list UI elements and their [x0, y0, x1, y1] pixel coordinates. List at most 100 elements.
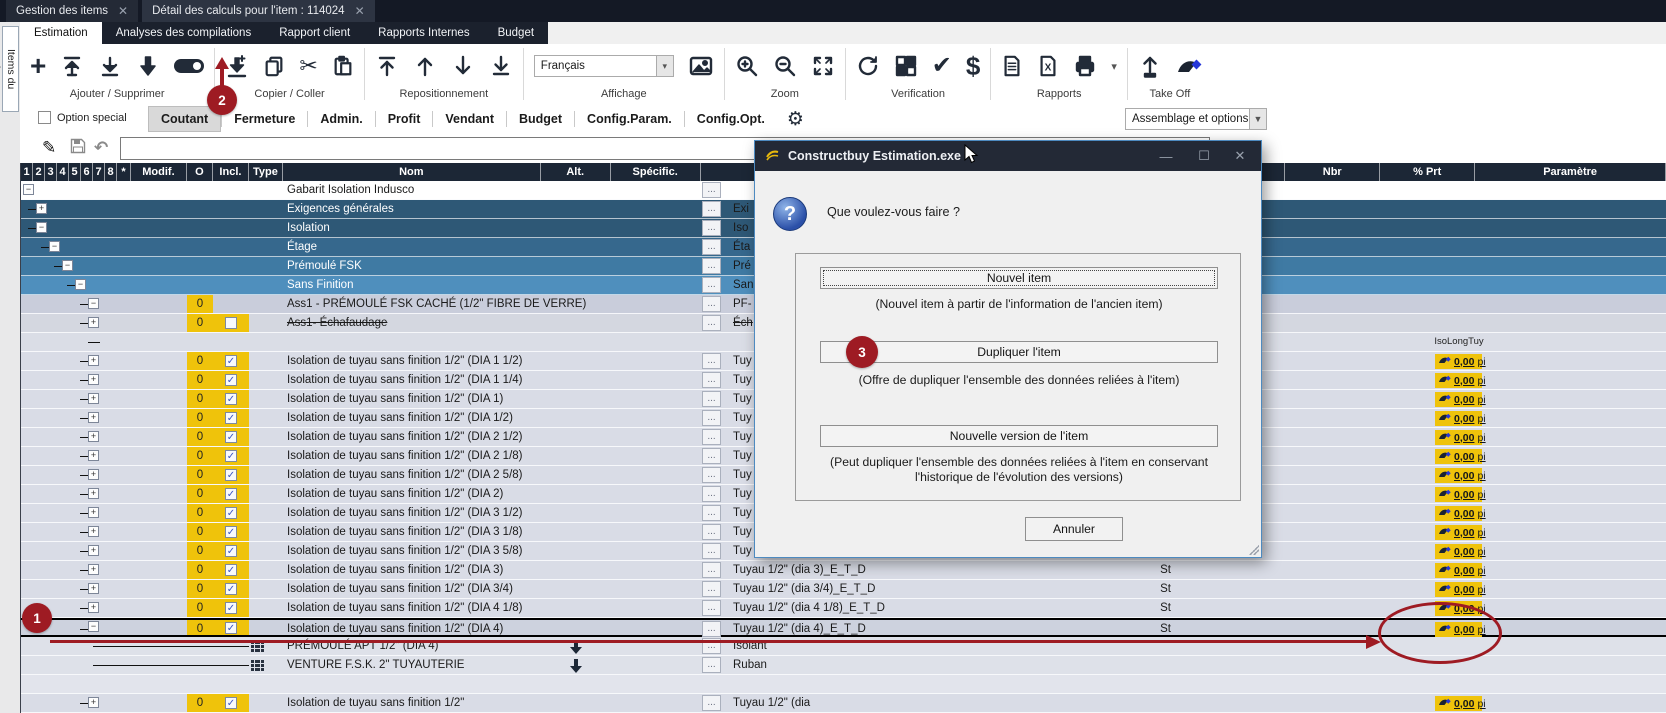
iso-long-tuy-chip[interactable]: 0,00pi [1435, 468, 1482, 483]
iso-long-tuy-chip[interactable]: 0,00pi [1435, 487, 1482, 502]
table-row[interactable]: +0✓Isolation de tuyau sans finition 1/2"… [21, 561, 1666, 580]
specific-value[interactable]: Éch [733, 314, 753, 332]
checkbox-icon[interactable] [38, 111, 51, 124]
view-chip-admin-[interactable]: Admin. [308, 107, 374, 131]
incl-cell[interactable]: ✓ [213, 542, 249, 560]
specific-value[interactable]: Éta [733, 238, 750, 256]
item-name[interactable]: Isolation de tuyau sans finition 1/2" (D… [287, 447, 523, 465]
expand-toggle-icon[interactable]: + [88, 317, 99, 328]
param-value[interactable]: 0,00 [1454, 356, 1474, 368]
ellipsis-button[interactable]: ... [702, 448, 721, 464]
param-value[interactable]: 0,00 [1454, 413, 1474, 425]
collapse-toggle-icon[interactable]: − [49, 241, 60, 252]
expand-toggle-icon[interactable]: + [88, 450, 99, 461]
item-name[interactable]: Isolation de tuyau sans finition 1/2" (D… [287, 390, 503, 408]
checked-checkbox-icon[interactable]: ✓ [225, 374, 237, 386]
save-floppy-icon[interactable] [70, 138, 86, 159]
collapse-toggle-icon[interactable]: − [75, 279, 86, 290]
expand-toggle-icon[interactable]: + [88, 488, 99, 499]
iso-long-tuy-chip[interactable]: 0,00pi [1435, 696, 1482, 711]
specific-value[interactable]: Iso [733, 219, 748, 237]
table-row[interactable]: +0✓Isolation de tuyau sans finition 1/2"… [21, 580, 1666, 599]
iso-long-tuy-chip[interactable]: 0,00pi [1435, 563, 1482, 578]
collapse-toggle-icon[interactable]: − [88, 298, 99, 309]
ellipsis-button[interactable]: ... [702, 581, 721, 597]
item-name[interactable]: Exigences générales [287, 200, 394, 218]
refresh-icon[interactable] [856, 54, 880, 78]
specific-value[interactable]: Tuy [733, 523, 752, 541]
iso-long-tuy-chip[interactable]: 0,00pi [1435, 544, 1482, 559]
item-name[interactable]: Isolation de tuyau sans finition 1/2" (D… [287, 371, 523, 389]
incl-cell[interactable]: ✓ [213, 523, 249, 541]
incl-cell[interactable]: ✓ [213, 485, 249, 503]
specific-value[interactable]: Ruban [733, 656, 767, 674]
assemblage-select[interactable]: Assemblage et options ▼ [1125, 108, 1267, 130]
specific-value[interactable]: San [733, 276, 753, 294]
ellipsis-button[interactable]: ... [702, 258, 721, 274]
ellipsis-button[interactable]: ... [702, 277, 721, 293]
o-value-cell[interactable]: 0 [187, 542, 213, 560]
view-chip-vendant[interactable]: Vendant [433, 107, 506, 131]
incl-cell[interactable]: ✓ [213, 694, 249, 712]
item-name[interactable]: Isolation de tuyau sans finition 1/2" (D… [287, 428, 523, 446]
incl-cell[interactable]: ✓ [213, 409, 249, 427]
arrow-up-icon[interactable] [413, 54, 437, 78]
specific-value[interactable]: Tuy [733, 352, 752, 370]
header-col-8[interactable]: 8 [105, 163, 117, 181]
printer-icon[interactable] [1073, 54, 1097, 78]
collapse-toggle-icon[interactable]: − [62, 260, 73, 271]
incl-cell[interactable]: ✓ [213, 466, 249, 484]
table-row[interactable]: +0✓Isolation de tuyau sans finition 1/2"… [21, 694, 1666, 713]
param-value[interactable]: 0,00 [1454, 546, 1474, 558]
param-value[interactable]: 0,00 [1454, 394, 1474, 406]
ellipsis-button[interactable]: ... [702, 239, 721, 255]
param-value[interactable]: 0,00 [1454, 375, 1474, 387]
o-value-cell[interactable]: 0 [187, 561, 213, 579]
chevron-down-icon[interactable]: ▾ [656, 56, 673, 76]
ellipsis-button[interactable]: ... [702, 543, 721, 559]
collapse-toggle-icon[interactable]: − [88, 621, 99, 632]
calculator-icon[interactable] [894, 54, 918, 78]
param-value[interactable]: 0,00 [1454, 527, 1474, 539]
expand-toggle-icon[interactable]: + [88, 431, 99, 442]
header-col-6[interactable]: 6 [81, 163, 93, 181]
specific-value[interactable]: Tuy [733, 542, 752, 560]
incl-cell[interactable]: ✓ [213, 447, 249, 465]
ellipsis-button[interactable]: ... [702, 657, 721, 673]
o-value-cell[interactable]: 0 [187, 295, 213, 313]
upload-icon[interactable] [1138, 53, 1162, 79]
expand-toggle-icon[interactable]: + [88, 564, 99, 575]
o-value-cell[interactable]: 0 [187, 409, 213, 427]
incl-cell[interactable]: ✓ [213, 390, 249, 408]
collapse-toggle-icon[interactable]: − [36, 222, 47, 233]
expand-toggle-icon[interactable]: + [88, 583, 99, 594]
undo-icon[interactable]: ↶ [94, 138, 108, 158]
ellipsis-button[interactable]: ... [702, 410, 721, 426]
checked-checkbox-icon[interactable]: ✓ [225, 469, 237, 481]
clipboard-icon[interactable] [332, 55, 354, 77]
ellipsis-button[interactable]: ... [702, 429, 721, 445]
view-chip-profit[interactable]: Profit [376, 107, 433, 131]
expand-toggle-icon[interactable]: + [88, 602, 99, 613]
view-chip-budget[interactable]: Budget [507, 107, 574, 131]
item-name[interactable]: Isolation [287, 219, 330, 237]
close-icon[interactable]: ✕ [1223, 141, 1257, 171]
o-value-cell[interactable]: 0 [187, 523, 213, 541]
ellipsis-button[interactable]: ... [702, 467, 721, 483]
sidebar-tab-items-catalogue[interactable]: Items du catalogue [2, 26, 19, 112]
header-nom[interactable]: Nom [283, 163, 541, 181]
checked-checkbox-icon[interactable]: ✓ [225, 355, 237, 367]
header-col-star[interactable]: * [117, 163, 131, 181]
menu-item-rapports-internes[interactable]: Rapports Internes [364, 22, 483, 44]
expand-toggle-icon[interactable]: + [88, 507, 99, 518]
item-name[interactable]: Isolation de tuyau sans finition 1/2" (D… [287, 504, 523, 522]
checked-checkbox-icon[interactable]: ✓ [225, 526, 237, 538]
specific-value[interactable]: Tuy [733, 371, 752, 389]
menu-item-estimation[interactable]: Estimation [20, 22, 102, 44]
ellipsis-button[interactable]: ... [702, 600, 721, 616]
zoom-out-icon[interactable] [773, 54, 797, 78]
report-doc-icon[interactable] [1001, 54, 1023, 78]
arrow-top-icon[interactable] [375, 54, 399, 78]
param-value[interactable]: 0,00 [1454, 698, 1474, 710]
checked-checkbox-icon[interactable]: ✓ [225, 393, 237, 405]
